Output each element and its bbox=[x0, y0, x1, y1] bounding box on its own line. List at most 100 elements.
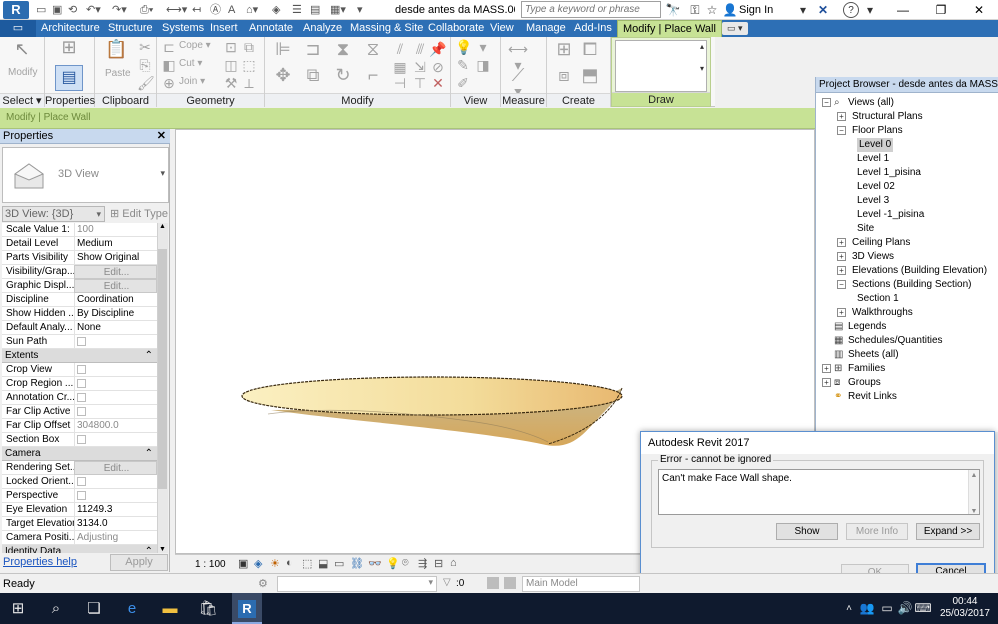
cut-icon[interactable]: ✂ bbox=[137, 39, 153, 55]
help-button[interactable]: ? bbox=[843, 2, 859, 18]
crop-view-icon[interactable]: ⬓ bbox=[318, 557, 328, 570]
open-icon[interactable]: ▭ bbox=[36, 2, 46, 18]
collapse-icon[interactable]: ⌃ bbox=[145, 545, 153, 553]
demolish-icon[interactable]: ⚒ bbox=[223, 75, 239, 91]
sun-path-icon[interactable]: ☀ bbox=[270, 557, 280, 570]
language-icon[interactable]: ⌨ bbox=[914, 593, 932, 624]
property-edit-button[interactable]: Edit... bbox=[74, 265, 157, 279]
undo-icon[interactable]: ↶▾ bbox=[86, 2, 101, 18]
task-view-icon[interactable]: ❏ bbox=[76, 593, 112, 624]
tab-insert[interactable]: Insert bbox=[205, 20, 243, 37]
browser-item-level-1-pisina[interactable]: Level 1_pisina bbox=[857, 166, 921, 180]
reveal-hidden-icon[interactable]: 💡 bbox=[386, 557, 400, 570]
copy-element-icon[interactable]: ⧉ bbox=[301, 66, 325, 84]
browser-item-sections-building-section[interactable]: Sections (Building Section) bbox=[852, 278, 972, 292]
browser-item-groups[interactable]: Groups bbox=[848, 376, 881, 390]
view-scale[interactable]: 1 : 100 bbox=[195, 559, 226, 570]
split-face-icon[interactable]: ⧉ bbox=[241, 39, 257, 55]
property-checkbox-cell[interactable] bbox=[74, 377, 157, 391]
properties-scroll-thumb[interactable] bbox=[158, 249, 167, 489]
move-icon[interactable]: ✥ bbox=[271, 66, 295, 84]
browser-item-level-3[interactable]: Level 3 bbox=[857, 194, 889, 208]
message-scrollbar[interactable]: ▲ ▼ bbox=[968, 470, 979, 515]
text-icon[interactable]: A bbox=[228, 2, 235, 18]
view-settings-icon[interactable]: ◨ bbox=[475, 57, 491, 73]
browser-item-legends[interactable]: Legends bbox=[848, 320, 886, 334]
property-checkbox-cell[interactable] bbox=[74, 363, 157, 377]
editable-only-icon[interactable] bbox=[487, 577, 499, 589]
switch-windows-icon[interactable]: ▦▾ bbox=[330, 2, 346, 18]
print-icon[interactable]: ⎙▾ bbox=[140, 2, 153, 18]
visual-style-icon[interactable]: ◈ bbox=[254, 557, 262, 570]
dimension-icon[interactable]: ↤ bbox=[192, 2, 201, 18]
wall-joins-icon[interactable]: ⊡ bbox=[223, 39, 239, 55]
copy-icon[interactable]: ⎘ bbox=[137, 57, 153, 73]
browser-item-site[interactable]: Site bbox=[857, 222, 874, 236]
exchange-apps-icon[interactable]: ✕ bbox=[815, 2, 831, 18]
property-checkbox-cell[interactable] bbox=[74, 391, 157, 405]
create-group-icon[interactable]: ⧈ bbox=[553, 66, 575, 84]
create-parts-icon[interactable]: ⧠ bbox=[579, 40, 601, 58]
unlocked-view-icon[interactable]: ⛓ bbox=[350, 557, 364, 570]
unpin-icon[interactable]: ⊘ bbox=[429, 59, 447, 75]
sign-in-button[interactable]: Sign In bbox=[739, 2, 773, 18]
trim-multiple-icon[interactable]: ⊤ bbox=[411, 75, 429, 91]
thin-lines-icon[interactable]: ☰ bbox=[292, 2, 302, 18]
rotate-icon[interactable]: ↻ bbox=[331, 66, 355, 84]
tag-icon[interactable]: Ⓐ bbox=[210, 2, 221, 18]
property-value[interactable]: 100 bbox=[74, 223, 157, 237]
temporary-hide-icon[interactable]: 👓 bbox=[368, 557, 382, 570]
expand-icon[interactable]: + bbox=[837, 112, 846, 121]
property-value[interactable]: None bbox=[74, 321, 157, 335]
highlight-displacement-icon[interactable]: ⇶ bbox=[418, 557, 427, 570]
edit-type-button[interactable]: ⊞ Edit Type bbox=[110, 207, 168, 220]
sync-icon[interactable]: ⟲ bbox=[68, 2, 77, 18]
edge-browser-icon[interactable]: e bbox=[114, 593, 150, 624]
binoculars-icon[interactable]: 🔭 bbox=[665, 2, 681, 18]
property-checkbox-cell[interactable] bbox=[74, 335, 157, 349]
property-value[interactable]: Medium bbox=[74, 237, 157, 251]
expand-button[interactable]: Expand >> bbox=[916, 523, 980, 540]
match-properties-icon[interactable]: 🖌 bbox=[137, 75, 155, 91]
user-icon[interactable]: 👤 bbox=[722, 2, 738, 18]
design-option-dropdown[interactable]: Main Model bbox=[522, 576, 640, 592]
checkbox[interactable] bbox=[77, 491, 86, 500]
expand-icon[interactable]: + bbox=[837, 238, 846, 247]
file-explorer-icon[interactable]: ▬ bbox=[152, 593, 188, 624]
linework-icon[interactable]: ✎ bbox=[455, 57, 471, 73]
rendering-icon[interactable]: ⬚ bbox=[302, 557, 312, 570]
split-gap-icon[interactable]: ⫻ bbox=[411, 41, 429, 57]
paste-label[interactable]: Paste bbox=[105, 68, 131, 79]
minimize-button[interactable]: — bbox=[884, 0, 922, 20]
tab-manage[interactable]: Manage bbox=[521, 20, 571, 37]
search-input[interactable] bbox=[521, 1, 661, 18]
message-scroll-down-icon[interactable]: ▼ bbox=[969, 506, 979, 518]
browser-item-section-1[interactable]: Section 1 bbox=[857, 292, 899, 306]
join-label[interactable]: Join ▾ bbox=[179, 76, 205, 87]
mirror-draw-icon[interactable]: ⧖ bbox=[361, 40, 385, 58]
volume-icon[interactable]: 🔊 bbox=[896, 593, 914, 624]
qat-customize-icon[interactable]: ▾ bbox=[357, 2, 363, 18]
shadows-icon[interactable]: ◐ bbox=[286, 557, 293, 569]
show-hidden-icons-icon[interactable]: ˄ bbox=[842, 593, 856, 624]
show-crop-icon[interactable]: ▭ bbox=[334, 557, 344, 570]
property-value[interactable]: 3134.0 bbox=[74, 517, 157, 531]
modify-button-label[interactable]: Modify bbox=[8, 67, 37, 78]
type-properties-icon[interactable]: ⊞ bbox=[55, 38, 83, 63]
offset-icon[interactable]: ⊐ bbox=[301, 40, 325, 58]
cope-label[interactable]: Cope ▾ bbox=[179, 40, 211, 51]
property-group-header[interactable]: Identity Data ⌃ bbox=[2, 545, 157, 553]
tab-systems[interactable]: Systems bbox=[157, 20, 209, 37]
properties-help-link[interactable]: Properties help bbox=[3, 556, 77, 568]
create-assembly-icon[interactable]: ⊞ bbox=[553, 40, 575, 58]
property-edit-button[interactable]: Edit... bbox=[74, 461, 157, 475]
cope-icon[interactable]: ⊏ bbox=[161, 39, 177, 55]
apply-button[interactable]: Apply bbox=[110, 554, 168, 571]
browser-item-walkthroughs[interactable]: Walkthroughs bbox=[852, 306, 913, 320]
system-clock[interactable]: 00:44 25/03/2017 bbox=[940, 596, 990, 620]
close-icon[interactable]: ✕ bbox=[157, 129, 166, 144]
tab-massing-site[interactable]: Massing & Site bbox=[345, 20, 428, 37]
browser-item-floor-plans[interactable]: Floor Plans bbox=[852, 124, 903, 138]
browser-item-views-all[interactable]: Views (all) bbox=[848, 96, 894, 110]
checkbox[interactable] bbox=[77, 337, 86, 346]
